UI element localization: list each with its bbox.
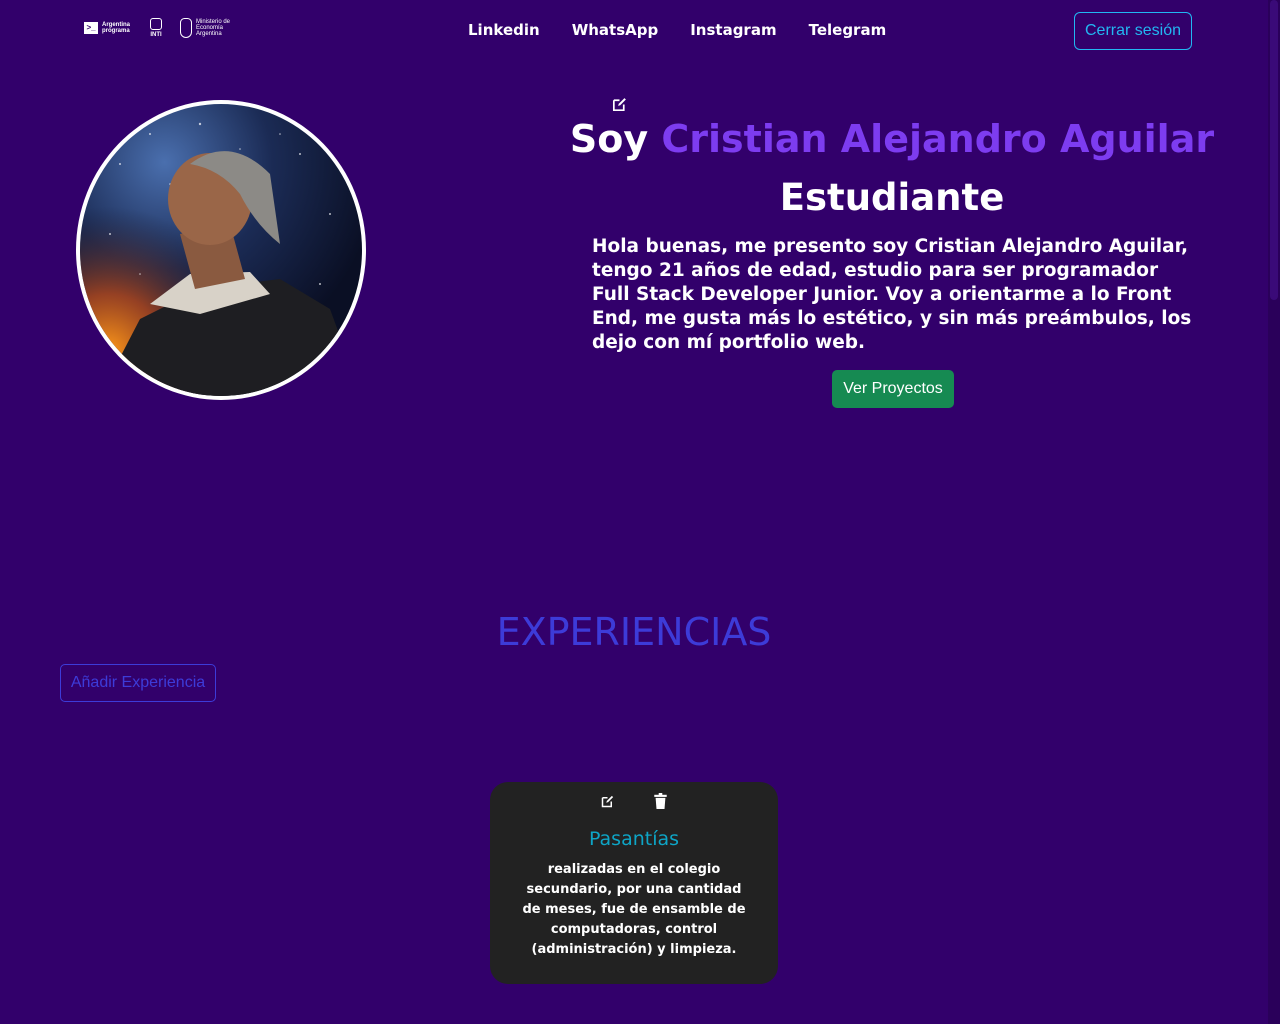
edit-icon[interactable] — [611, 96, 628, 113]
ministerio-logo: Ministerio de Economía Argentina — [180, 18, 248, 38]
ministerio-text: Ministerio de Economía Argentina — [196, 19, 231, 37]
inti-logo: INTI — [150, 18, 162, 38]
view-projects-button[interactable]: Ver Proyectos — [832, 370, 954, 408]
inti-text: INTI — [150, 32, 162, 38]
logout-button[interactable]: Cerrar sesión — [1074, 12, 1192, 50]
trash-icon[interactable] — [654, 793, 667, 809]
argentina-programa-text: Argentina programa — [102, 22, 131, 34]
header-logos: >_ Argentina programa INTI Ministerio de… — [84, 18, 248, 38]
profile-description: Hola buenas, me presento soy Cristian Al… — [592, 236, 1192, 353]
nav-whatsapp[interactable]: WhatsApp — [572, 21, 659, 39]
greeting: Soy — [569, 117, 662, 161]
experience-card: Pasantías realizadas en el colegio secun… — [490, 782, 778, 984]
nav-telegram[interactable]: Telegram — [809, 21, 887, 39]
terminal-icon: >_ — [84, 22, 98, 34]
experience-description: realizadas en el colegio secundario, por… — [522, 862, 746, 957]
inti-icon — [150, 18, 162, 30]
profile-avatar — [76, 100, 366, 400]
edit-icon[interactable] — [600, 794, 615, 809]
profile-name: Cristian Alejandro Aguilar — [661, 117, 1215, 161]
hero-title: Soy Cristian Alejandro Aguilar — [560, 117, 1224, 161]
experience-section-title: EXPERIENCIAS — [496, 610, 772, 654]
scrollbar[interactable] — [1268, 0, 1280, 1024]
seal-icon — [180, 18, 192, 38]
nav-linkedin[interactable]: Linkedin — [468, 21, 540, 39]
profile-role: Estudiante — [779, 176, 1005, 219]
argentina-programa-logo: >_ Argentina programa — [84, 22, 132, 34]
main-nav: Linkedin WhatsApp Instagram Telegram — [468, 21, 886, 39]
avatar-photo — [80, 104, 362, 396]
nav-instagram[interactable]: Instagram — [690, 21, 776, 39]
scrollbar-thumb[interactable] — [1270, 0, 1278, 300]
add-experience-button[interactable]: Añadir Experiencia — [60, 664, 216, 702]
experience-title: Pasantías — [588, 828, 680, 850]
